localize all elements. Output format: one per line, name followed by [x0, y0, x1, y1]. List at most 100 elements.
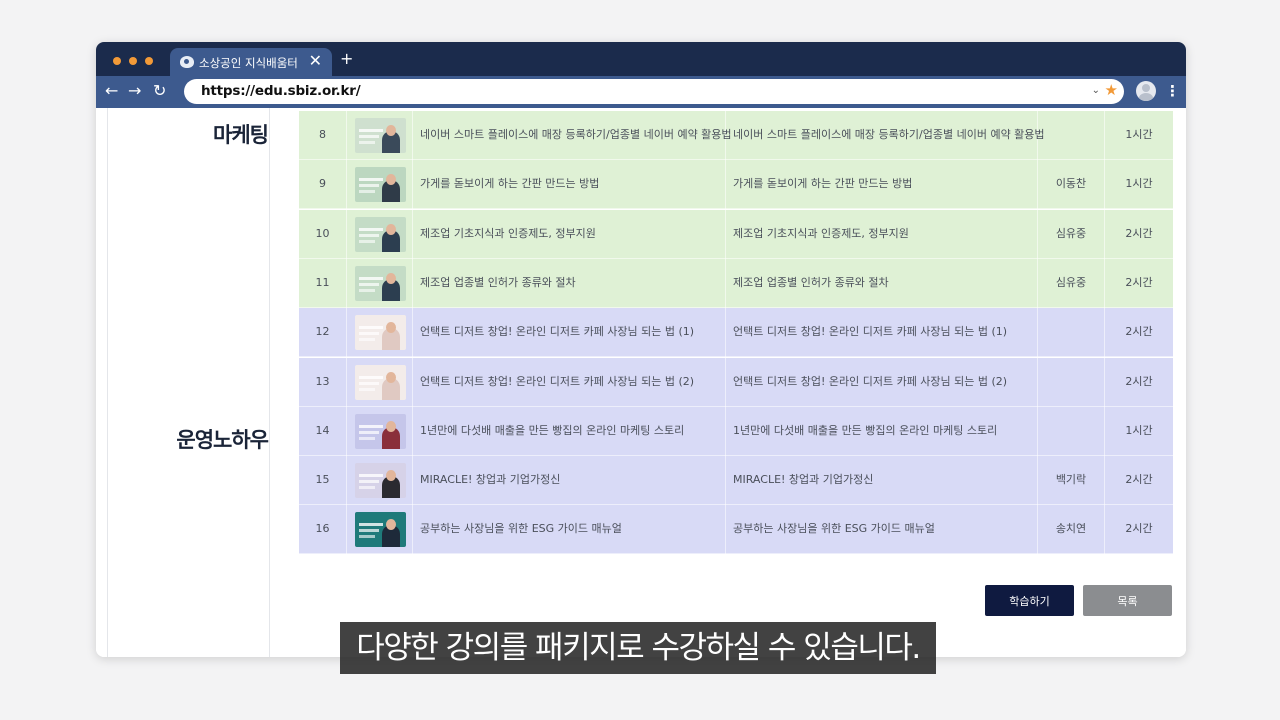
- reload-icon[interactable]: ↻: [153, 81, 166, 101]
- video-caption: 다양한 강의를 패키지로 수강하실 수 있습니다.: [340, 622, 936, 674]
- table-row[interactable]: 11 제조업 업종별 인허가 종류와 절차 제조업 업종별 인허가 종류와 절차 심유…: [299, 258, 1173, 308]
- course-duration: 2시간: [1125, 325, 1153, 339]
- course-title-link: 네이버 스마트 플레이스에 매장 등록하기/업종별 네이버 예약 활용법: [420, 128, 732, 141]
- cell-course-title[interactable]: 가게를 돋보이게 하는 간판 만드는 방법: [413, 160, 726, 210]
- window-minimize-dot[interactable]: [129, 57, 137, 65]
- table-row[interactable]: 16 공부하는 사장님을 위한 ESG 가이드 매뉴얼 공부하는 사장님을 위한 E…: [299, 505, 1173, 555]
- cell-number: 10: [299, 209, 347, 259]
- table-row[interactable]: 12 언택트 디저트 창업! 온라인 디저트 카페 사장님 되는 법 (1) 언택트…: [299, 308, 1173, 358]
- course-title-link: MIRACLE! 창업과 기업가정신: [420, 473, 561, 487]
- course-duration: 2시간: [1125, 473, 1153, 487]
- browser-window: 소상공인 지식배움터 ✕ + ← → ↻ https://edu.sbiz.or…: [96, 42, 1186, 657]
- course-thumbnail[interactable]: [355, 265, 406, 301]
- menu-kebab-icon[interactable]: ⋮: [1165, 82, 1180, 100]
- course-thumbnail[interactable]: [355, 364, 406, 400]
- course-number: 11: [315, 275, 330, 289]
- course-number: 9: [319, 177, 326, 191]
- course-title-link: 제조업 기초지식과 인증제도, 정부지원: [420, 226, 596, 240]
- window-maximize-dot[interactable]: [145, 57, 153, 65]
- course-duration: 2시간: [1125, 226, 1153, 240]
- browser-toolbar: ← → ↻ https://edu.sbiz.or.kr/ ⌄ ★ ⋮: [96, 76, 1186, 108]
- cell-thumbnail[interactable]: [347, 111, 413, 160]
- course-thumbnail[interactable]: [355, 413, 406, 449]
- caption-text: 다양한 강의를 패키지로 수강하실 수 있습니다.: [356, 630, 921, 666]
- course-thumbnail[interactable]: [355, 315, 406, 351]
- cell-thumbnail[interactable]: [347, 357, 413, 407]
- cell-number: 9: [299, 160, 347, 210]
- course-duration: 2시간: [1125, 522, 1153, 536]
- cell-thumbnail[interactable]: [347, 209, 413, 259]
- cell-thumbnail[interactable]: [347, 160, 413, 210]
- course-title-link: 언택트 디저트 창업! 온라인 디저트 카페 사장님 되는 법 (2): [420, 374, 695, 388]
- course-number: 10: [315, 226, 330, 240]
- course-thumbnail[interactable]: [355, 118, 406, 153]
- course-title-link: 제조업 업종별 인허가 종류와 절차: [420, 275, 576, 289]
- course-number: 12: [315, 325, 330, 339]
- cell-course-title[interactable]: 네이버 스마트 플레이스에 매장 등록하기/업종별 네이버 예약 활용법: [413, 111, 732, 160]
- course-subtitle: 제조업 기초지식과 인증제도, 정부지원: [733, 226, 909, 240]
- instructor-name: 심유중: [1055, 226, 1087, 240]
- course-number: 13: [315, 374, 330, 388]
- course-number: 14: [315, 423, 330, 437]
- course-subtitle: 언택트 디저트 창업! 온라인 디저트 카페 사장님 되는 법 (2): [733, 374, 1008, 388]
- cell-course-title[interactable]: 언택트 디저트 창업! 온라인 디저트 카페 사장님 되는 법 (2): [413, 357, 726, 407]
- cell-course-title[interactable]: 공부하는 사장님을 위한 ESG 가이드 매뉴얼: [413, 505, 726, 555]
- cell-instructor: 백기락: [1038, 456, 1105, 506]
- cell-duration: 2시간: [1105, 456, 1173, 505]
- browser-tab[interactable]: 소상공인 지식배움터 ✕: [170, 48, 332, 76]
- cell-instructor: [1038, 111, 1105, 160]
- new-tab-icon[interactable]: +: [340, 51, 353, 67]
- course-thumbnail[interactable]: [355, 463, 406, 499]
- cell-instructor: 이동찬: [1038, 160, 1105, 210]
- cell-course-subtitle: 가게를 돋보이게 하는 간판 만드는 방법: [726, 160, 1038, 210]
- cell-course-title[interactable]: 제조업 업종별 인허가 종류와 절차: [413, 258, 726, 308]
- cell-instructor: [1038, 406, 1105, 456]
- cell-number: 13: [299, 357, 347, 407]
- list-button[interactable]: 목록: [1083, 585, 1172, 616]
- cell-course-subtitle: 제조업 기초지식과 인증제도, 정부지원: [726, 209, 1038, 259]
- address-bar[interactable]: https://edu.sbiz.or.kr/ ⌄ ★: [184, 79, 1124, 104]
- cell-instructor: 심유중: [1038, 209, 1105, 259]
- cell-thumbnail[interactable]: [347, 505, 413, 555]
- cell-course-title[interactable]: 언택트 디저트 창업! 온라인 디저트 카페 사장님 되는 법 (1): [413, 308, 726, 358]
- cell-instructor: [1038, 357, 1105, 407]
- cell-number: 14: [299, 406, 347, 456]
- chevron-down-icon[interactable]: ⌄: [1092, 83, 1100, 99]
- course-title-link: 공부하는 사장님을 위한 ESG 가이드 매뉴얼: [420, 522, 622, 536]
- instructor-name: 백기락: [1055, 473, 1087, 487]
- bookmark-star-icon[interactable]: ★: [1105, 81, 1118, 99]
- cell-course-subtitle: 언택트 디저트 창업! 온라인 디저트 카페 사장님 되는 법 (2): [726, 357, 1038, 407]
- cell-course-subtitle: MIRACLE! 창업과 기업가정신: [726, 456, 1038, 506]
- cell-duration: 1시간: [1105, 407, 1173, 456]
- cell-course-subtitle: 제조업 업종별 인허가 종류와 절차: [726, 258, 1038, 308]
- table-row[interactable]: 9 가게를 돋보이게 하는 간판 만드는 방법 가게를 돋보이게 하는 간판 만드는…: [299, 160, 1173, 210]
- window-close-dot[interactable]: [113, 57, 121, 65]
- cell-thumbnail[interactable]: [347, 258, 413, 308]
- cell-thumbnail[interactable]: [347, 406, 413, 456]
- profile-avatar-icon[interactable]: [1136, 81, 1156, 101]
- course-subtitle: 제조업 업종별 인허가 종류와 절차: [733, 275, 889, 289]
- course-thumbnail[interactable]: [355, 512, 406, 548]
- back-arrow-icon[interactable]: ←: [105, 81, 118, 101]
- close-icon[interactable]: ✕: [309, 52, 322, 70]
- cell-number: 8: [299, 111, 347, 160]
- course-subtitle: 가게를 돋보이게 하는 간판 만드는 방법: [733, 177, 913, 191]
- tab-bar: 소상공인 지식배움터 ✕ +: [96, 42, 1186, 76]
- table-row[interactable]: 13 언택트 디저트 창업! 온라인 디저트 카페 사장님 되는 법 (2) 언택트…: [299, 357, 1173, 407]
- course-subtitle: MIRACLE! 창업과 기업가정신: [733, 473, 874, 487]
- course-thumbnail[interactable]: [355, 167, 406, 203]
- cell-instructor: 송치연: [1038, 505, 1105, 555]
- cell-thumbnail[interactable]: [347, 308, 413, 358]
- cell-course-title[interactable]: MIRACLE! 창업과 기업가정신: [413, 456, 726, 506]
- cell-course-title[interactable]: 1년만에 다섯배 매출을 만든 빵집의 온라인 마케팅 스토리: [413, 406, 726, 456]
- table-row[interactable]: 15 MIRACLE! 창업과 기업가정신 MIRACLE! 창업과 기업가정신 백기…: [299, 456, 1173, 506]
- cell-course-title[interactable]: 제조업 기초지식과 인증제도, 정부지원: [413, 209, 726, 259]
- table-row[interactable]: 10 제조업 기초지식과 인증제도, 정부지원 제조업 기초지식과 인증제도, 정부…: [299, 209, 1173, 259]
- course-thumbnail[interactable]: [355, 216, 406, 252]
- cell-thumbnail[interactable]: [347, 456, 413, 506]
- table-row[interactable]: 8 네이버 스마트 플레이스에 매장 등록하기/업종별 네이버 예약 활용법 네이버…: [299, 111, 1173, 160]
- forward-arrow-icon[interactable]: →: [128, 81, 141, 101]
- url-text[interactable]: https://edu.sbiz.or.kr/: [201, 83, 361, 99]
- table-row[interactable]: 14 1년만에 다섯배 매출을 만든 빵집의 온라인 마케팅 스토리 1년만에 다섯…: [299, 406, 1173, 456]
- study-button[interactable]: 학습하기: [985, 585, 1074, 616]
